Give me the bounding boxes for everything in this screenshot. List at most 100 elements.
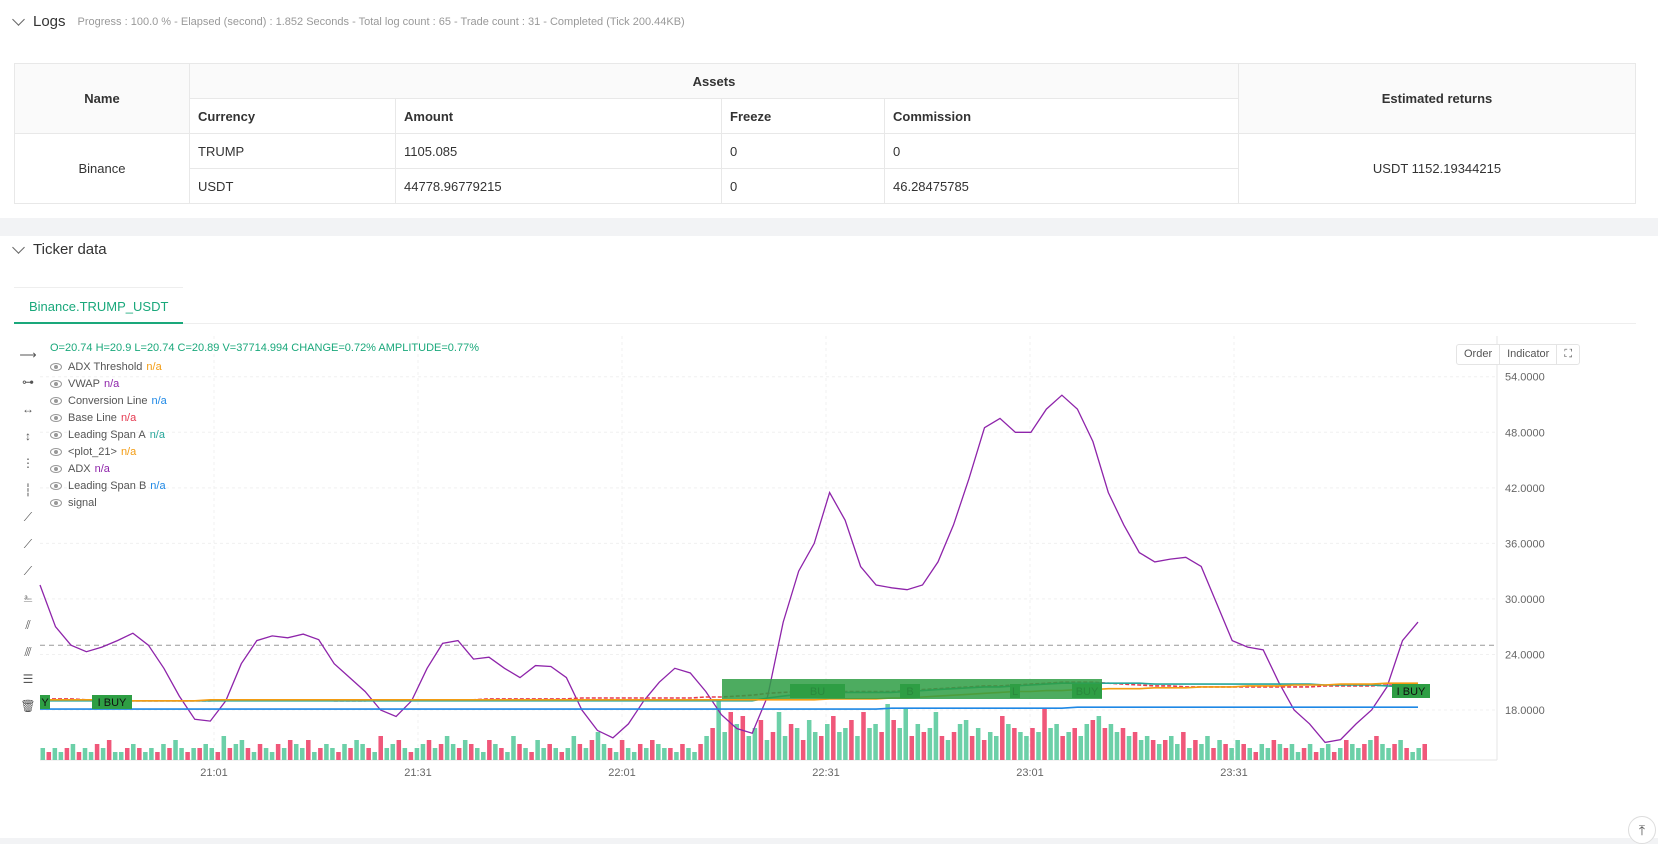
volume-bar (1078, 736, 1084, 760)
trash-icon[interactable]: 🗑 (18, 697, 38, 715)
price-chart[interactable]: 54.0000 48.0000 42.0000 36.0000 30.0000 24.00… (0, 336, 1658, 838)
volume-bar (233, 744, 239, 760)
volume-bar (1205, 736, 1210, 760)
fib-retracement-icon[interactable]: ☰ (18, 670, 38, 688)
volume-bar (215, 752, 221, 760)
eye-icon[interactable] (50, 430, 62, 439)
volume-bar (402, 748, 408, 760)
legend-item[interactable]: Leading Span An/a (50, 426, 167, 443)
eye-icon[interactable] (50, 379, 62, 388)
ticker-panel: Ticker data Binance.TRUMP_USDT 54.0000 48… (0, 236, 1658, 844)
volume-bar (360, 744, 365, 760)
volume-bar (1150, 740, 1156, 760)
buy-signal-label: Y (41, 697, 49, 709)
legend-value: n/a (149, 428, 165, 441)
legend-item[interactable]: Leading Span Bn/a (50, 477, 167, 494)
logs-header[interactable]: Logs Progress : 100.0 % - Elapsed (secon… (12, 12, 685, 30)
chevron-down-icon[interactable] (12, 240, 25, 254)
volume-bar (481, 752, 486, 760)
vertical-ray-icon[interactable]: ↕ (18, 427, 38, 445)
logs-title: Logs (33, 13, 66, 30)
ticker-header[interactable]: Ticker data (12, 240, 107, 258)
volume-bar (444, 736, 450, 760)
volume-bar (607, 748, 613, 760)
volume-bar (173, 740, 178, 760)
volume-bar (342, 744, 347, 760)
vertical-line-icon[interactable]: ⋮ (18, 454, 38, 472)
volume-bar (1114, 732, 1120, 760)
y-tick-label: 48.0000 (1505, 427, 1545, 439)
eye-icon[interactable] (50, 481, 62, 490)
eye-icon[interactable] (50, 464, 62, 473)
indicator-button[interactable]: Indicator (1500, 345, 1558, 364)
volume-bar (263, 748, 269, 760)
y-tick-label: 30.0000 (1505, 594, 1545, 606)
legend-value: n/a (104, 377, 120, 390)
volume-bar (969, 736, 975, 760)
legend-item[interactable]: ADX Threshold n/a (50, 358, 167, 375)
eye-icon[interactable] (50, 413, 62, 422)
volume-bar (921, 732, 927, 760)
ray-line-icon[interactable]: ⟋ (18, 535, 38, 553)
volume-bar (1012, 728, 1017, 760)
volume-bar (1193, 740, 1198, 760)
eye-icon[interactable] (50, 362, 62, 371)
legend-value: n/a (150, 479, 166, 492)
volume-bar (487, 740, 492, 760)
volume-bar (583, 748, 589, 760)
volume-bar (450, 744, 456, 760)
volume-bar (149, 748, 154, 760)
table-row: Binance TRUMP 1105.085 0 0 USDT 1152.193… (14, 133, 1636, 204)
volume-bar (185, 752, 190, 760)
legend-item[interactable]: VWAP n/a (50, 375, 167, 392)
volume-bar (643, 748, 649, 760)
fullscreen-icon[interactable]: ⛶ (1557, 345, 1579, 364)
chart-area[interactable]: 54.0000 48.0000 42.0000 36.0000 30.0000 24.00… (0, 336, 1658, 844)
volume-bar (167, 748, 172, 760)
volume-bar (1313, 752, 1319, 760)
volume-bar (1096, 716, 1102, 760)
volume-bar (770, 732, 776, 760)
eye-icon[interactable] (50, 498, 62, 507)
legend-label: VWAP (68, 377, 100, 390)
volume-bar (245, 748, 251, 760)
volume-bar (1018, 732, 1023, 760)
currency-header: Currency (189, 98, 396, 134)
legend-item[interactable]: Base Line n/a (50, 409, 167, 426)
legend-item[interactable]: <plot_21> n/a (50, 443, 167, 460)
pitchfork-icon[interactable]: ⫻ (18, 643, 38, 661)
legend-label: <plot_21> (68, 445, 117, 458)
volume-bar (963, 720, 969, 760)
scroll-to-top-icon[interactable]: ⤒ (1628, 816, 1656, 844)
volume-bar (330, 748, 335, 760)
volume-bar (1350, 744, 1355, 760)
vertical-segment-icon[interactable]: ┆ (18, 481, 38, 499)
volume-bar (1259, 744, 1265, 760)
volume-bar (619, 740, 625, 760)
volume-bar (1416, 748, 1421, 760)
chevron-down-icon[interactable] (12, 12, 25, 26)
horizontal-ray-icon[interactable]: ⟶ (18, 346, 38, 364)
order-button[interactable]: Order (1457, 345, 1501, 364)
volume-bar (927, 728, 933, 760)
volume-bar (348, 748, 353, 760)
volume-bar (1175, 744, 1180, 760)
legend-value: n/a (120, 445, 137, 458)
eye-icon[interactable] (50, 396, 62, 405)
legend-item[interactable]: ADX n/a (50, 460, 167, 477)
extended-line-icon[interactable]: ↔ (18, 400, 38, 418)
trend-line-icon[interactable]: ⟋ (18, 508, 38, 526)
parallel-channel-icon[interactable]: ⫽ (18, 616, 38, 634)
eye-icon[interactable] (50, 447, 62, 456)
price-label-icon[interactable]: ⎁ (18, 589, 38, 607)
volume-bar (825, 724, 830, 760)
legend-item[interactable]: Conversion Line n/a (50, 392, 167, 409)
segment-line-icon[interactable]: ⟋ (18, 562, 38, 580)
volume-bar (855, 736, 860, 760)
volume-bar (523, 748, 528, 760)
volume-bar (553, 748, 558, 760)
volume-bar (565, 748, 571, 760)
legend-item[interactable]: signal (50, 494, 167, 511)
tab-binance-trump-usdt[interactable]: Binance.TRUMP_USDT (14, 287, 184, 324)
horizontal-line-icon[interactable]: ⊶ (18, 373, 38, 391)
